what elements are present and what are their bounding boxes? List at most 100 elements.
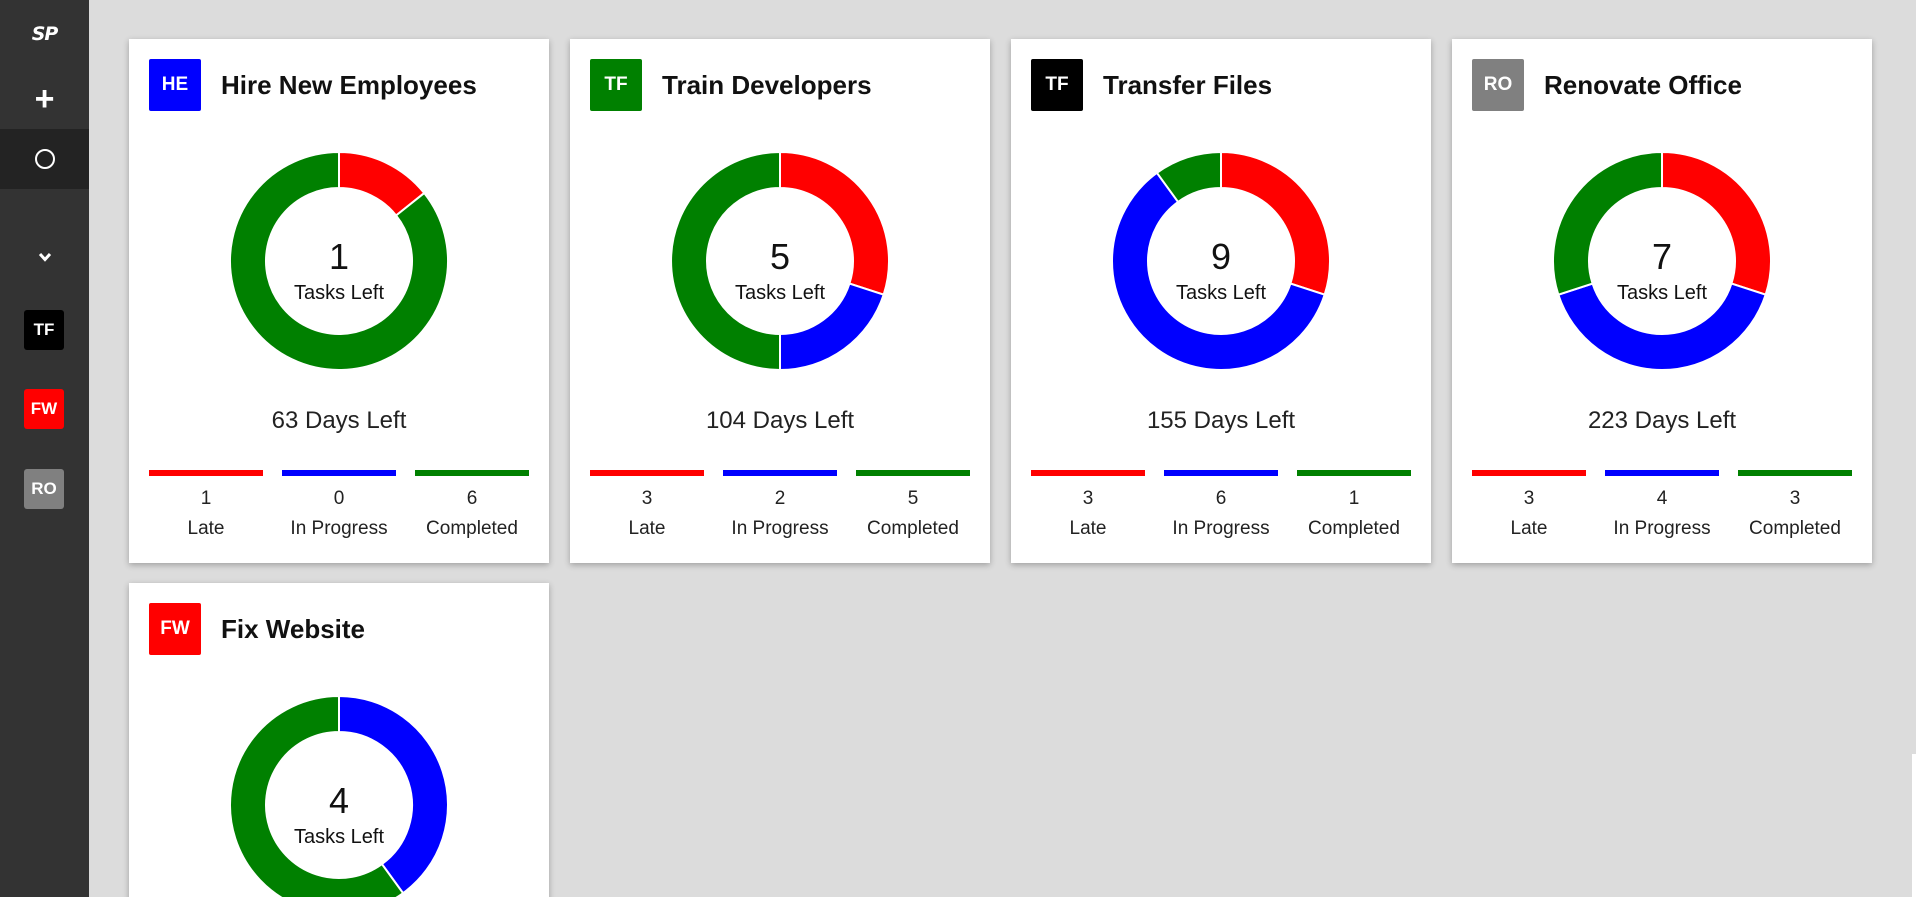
- completed-count: 1: [1348, 488, 1360, 509]
- in-progress-label: In Progress: [290, 518, 388, 539]
- late-count: 3: [1082, 488, 1094, 509]
- in-progress-count: 6: [1215, 488, 1227, 509]
- in-progress-count: 4: [1656, 488, 1668, 509]
- project-card[interactable]: RO Renovate Office 7 Tasks Left 223 Days…: [1452, 39, 1872, 563]
- late-label: Late: [1069, 518, 1107, 539]
- project-card[interactable]: HE Hire New Employees 1 Tasks Left 63 Da…: [129, 39, 549, 563]
- app-logo[interactable]: SP: [0, 14, 89, 54]
- days-left: 104 Days Left: [705, 407, 855, 434]
- in-progress-bar: [1605, 470, 1719, 476]
- late-stat: 3 Late: [1031, 470, 1145, 540]
- add-project-button[interactable]: +: [0, 79, 89, 119]
- in-progress-bar: [1164, 470, 1278, 476]
- late-stat: 3 Late: [590, 470, 704, 540]
- tasks-left-label: Tasks Left: [735, 282, 825, 304]
- card-header: HE Hire New Employees: [149, 59, 477, 111]
- completed-count: 6: [466, 488, 478, 509]
- project-avatar: TF: [590, 59, 642, 111]
- tasks-left-label: Tasks Left: [294, 282, 384, 304]
- sidebar: SP + TF FW RO: [0, 0, 89, 897]
- completed-segment: [670, 150, 781, 372]
- completed-count: 3: [1789, 488, 1801, 509]
- late-bar: [149, 470, 263, 476]
- circle-icon: [34, 149, 55, 169]
- collapse-projects-button[interactable]: [0, 242, 89, 272]
- project-title: Train Developers: [662, 69, 872, 100]
- in-progress-segment: [338, 694, 449, 895]
- late-label: Late: [187, 518, 225, 539]
- late-segment: [1220, 150, 1331, 296]
- tasks-left-count: 5: [770, 236, 790, 277]
- project-card[interactable]: TF Transfer Files 9 Tasks Left 155 Days …: [1011, 39, 1431, 563]
- late-count: 3: [641, 488, 653, 509]
- in-progress-count: 0: [333, 488, 345, 509]
- plus-icon: +: [34, 80, 55, 118]
- completed-label: Completed: [867, 518, 959, 539]
- late-label: Late: [1510, 518, 1548, 539]
- card-header: FW Fix Website: [149, 603, 365, 655]
- task-donut-chart: 4 Tasks Left: [229, 694, 449, 897]
- task-donut-chart: 9 Tasks Left: [1111, 150, 1331, 371]
- in-progress-bar: [723, 470, 837, 476]
- card-header: TF Transfer Files: [1031, 59, 1272, 111]
- sidebar-project-tf[interactable]: TF: [24, 310, 64, 350]
- project-avatar: HE: [149, 59, 201, 111]
- in-progress-label: In Progress: [731, 518, 829, 539]
- days-left: 63 Days Left: [271, 407, 407, 434]
- completed-stat: 1 Completed: [1297, 470, 1411, 540]
- project-title: Transfer Files: [1103, 69, 1273, 100]
- task-donut-chart: 1 Tasks Left: [229, 150, 449, 371]
- project-title: Renovate Office: [1544, 69, 1742, 100]
- completed-bar: [1738, 470, 1852, 476]
- in-progress-count: 2: [774, 488, 786, 509]
- tasks-left-count: 4: [329, 780, 349, 821]
- late-bar: [1472, 470, 1586, 476]
- task-stats: 3 Late 6 In Progress 1 Completed: [1031, 470, 1411, 540]
- task-donut-chart: 5 Tasks Left: [670, 150, 890, 372]
- task-donut-chart: 7 Tasks Left: [1552, 150, 1772, 371]
- late-segment: [1661, 150, 1772, 296]
- days-left: 155 Days Left: [1146, 407, 1296, 434]
- completed-stat: 6 Completed: [415, 470, 529, 540]
- late-stat: 1 Late: [149, 470, 263, 540]
- days-left: 223 Days Left: [1587, 407, 1737, 434]
- project-title: Hire New Employees: [221, 69, 477, 100]
- project-title: Fix Website: [221, 613, 366, 644]
- tasks-left-count: 1: [329, 236, 349, 277]
- in-progress-stat: 6 In Progress: [1164, 470, 1278, 540]
- project-avatar: FW: [149, 603, 201, 655]
- in-progress-bar: [282, 470, 396, 476]
- chevron-down-icon: [38, 252, 51, 262]
- tasks-left-count: 9: [1211, 236, 1231, 277]
- late-bar: [1031, 470, 1145, 476]
- completed-label: Completed: [1749, 518, 1841, 539]
- project-card[interactable]: FW Fix Website 4 Tasks Left: [129, 583, 549, 897]
- overview-button[interactable]: [0, 129, 89, 189]
- tasks-left-count: 7: [1652, 236, 1672, 277]
- tasks-left-label: Tasks Left: [1176, 282, 1266, 304]
- tasks-left-label: Tasks Left: [1617, 282, 1707, 304]
- late-stat: 3 Late: [1472, 470, 1586, 540]
- project-avatar: RO: [1472, 59, 1524, 111]
- completed-segment: [1552, 150, 1663, 296]
- completed-stat: 3 Completed: [1738, 470, 1852, 540]
- card-header: RO Renovate Office: [1472, 59, 1742, 111]
- sidebar-project-ro[interactable]: RO: [24, 469, 64, 509]
- task-stats: 3 Late 4 In Progress 3 Completed: [1472, 470, 1852, 540]
- task-stats: 1 Late 0 In Progress 6 Completed: [149, 470, 529, 540]
- sidebar-project-fw[interactable]: FW: [24, 389, 64, 429]
- in-progress-stat: 0 In Progress: [282, 470, 396, 540]
- scrollbar[interactable]: [1912, 754, 1916, 897]
- completed-bar: [1297, 470, 1411, 476]
- project-card[interactable]: TF Train Developers 5 Tasks Left 104 Day…: [570, 39, 990, 563]
- in-progress-label: In Progress: [1172, 518, 1270, 539]
- completed-label: Completed: [426, 518, 518, 539]
- late-bar: [590, 470, 704, 476]
- completed-count: 5: [907, 488, 919, 509]
- completed-bar: [415, 470, 529, 476]
- late-count: 1: [200, 488, 212, 509]
- late-count: 3: [1523, 488, 1535, 509]
- in-progress-label: In Progress: [1613, 518, 1711, 539]
- completed-bar: [856, 470, 970, 476]
- late-label: Late: [628, 518, 666, 539]
